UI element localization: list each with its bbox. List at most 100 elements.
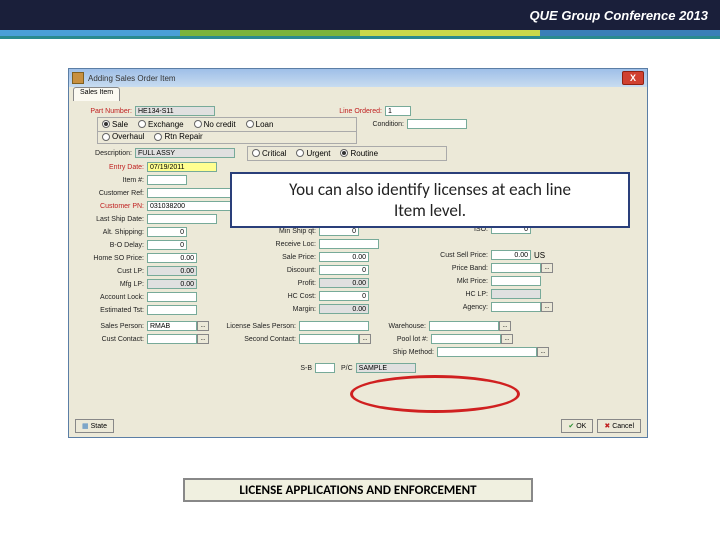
line-ordered-input[interactable] bbox=[385, 106, 411, 116]
agency-lookup-button[interactable]: ... bbox=[541, 302, 553, 312]
description-label: Description: bbox=[77, 150, 135, 157]
agency-label: Agency: bbox=[421, 304, 491, 311]
margin-label: Margin: bbox=[259, 306, 319, 313]
custsell-input[interactable] bbox=[491, 250, 531, 260]
custlp-label: Cust LP: bbox=[77, 268, 147, 275]
custcontact-input[interactable] bbox=[147, 334, 197, 344]
poollot-input[interactable] bbox=[431, 334, 501, 344]
pband-label: Price Band: bbox=[421, 265, 491, 272]
condition-label: Condition: bbox=[357, 121, 407, 128]
conference-title: QUE Group Conference 2013 bbox=[530, 8, 708, 23]
agency-input[interactable] bbox=[491, 302, 541, 312]
radio-sale[interactable] bbox=[102, 120, 110, 128]
poollot-lookup-button[interactable]: ... bbox=[501, 334, 513, 344]
item-input[interactable] bbox=[147, 175, 187, 185]
window-title: Adding Sales Order Item bbox=[88, 74, 622, 83]
radio-exchange[interactable] bbox=[138, 120, 146, 128]
margin-input[interactable] bbox=[319, 304, 369, 314]
radio-nocredit[interactable] bbox=[194, 120, 202, 128]
lastship-input[interactable] bbox=[147, 214, 217, 224]
currency-label: US bbox=[534, 251, 545, 260]
lastship-label: Last Ship Date: bbox=[77, 216, 147, 223]
pc-label: P/C bbox=[341, 365, 356, 372]
recloc-input[interactable] bbox=[319, 239, 379, 249]
priority-group: Critical Urgent Routine bbox=[247, 146, 447, 161]
hccost-input[interactable] bbox=[319, 291, 369, 301]
estturn-input[interactable] bbox=[147, 305, 197, 315]
radio-critical[interactable] bbox=[252, 149, 260, 157]
bodel-input[interactable] bbox=[147, 240, 187, 250]
pband-lookup-button[interactable]: ... bbox=[541, 263, 553, 273]
cancel-button[interactable]: ✖Cancel bbox=[597, 419, 641, 433]
slide-footer-badge: LICENSE APPLICATIONS AND ENFORCEMENT bbox=[183, 478, 533, 502]
entry-date-input[interactable] bbox=[147, 162, 217, 172]
cross-icon: ✖ bbox=[604, 422, 610, 430]
warehouse-input[interactable] bbox=[429, 321, 499, 331]
recloc-label: Receive Loc: bbox=[259, 241, 319, 248]
mid-disc-input[interactable] bbox=[319, 265, 369, 275]
shipmethod-input[interactable] bbox=[437, 347, 537, 357]
salesperson-lookup-button[interactable]: ... bbox=[197, 321, 209, 331]
secondcontact-lookup-button[interactable]: ... bbox=[359, 334, 371, 344]
annotation-circle bbox=[350, 375, 520, 413]
profit-input[interactable] bbox=[319, 278, 369, 288]
mfglp-input[interactable] bbox=[147, 279, 197, 289]
note-icon: ▦ bbox=[82, 422, 89, 430]
custref-input[interactable] bbox=[147, 188, 237, 198]
altship-label: Alt. Shipping: bbox=[77, 229, 147, 236]
close-button[interactable]: X bbox=[622, 71, 644, 85]
homeso-input[interactable] bbox=[147, 253, 197, 263]
profit-label: Profit: bbox=[259, 280, 319, 287]
radio-routine[interactable] bbox=[340, 149, 348, 157]
custpn-input[interactable] bbox=[147, 201, 237, 211]
license-salesperson-label: License Sales Person: bbox=[209, 323, 299, 330]
salesperson-label: Sales Person: bbox=[77, 323, 147, 330]
form-body: Part Number: Line Ordered: Sale Exchange… bbox=[69, 101, 647, 421]
custpn-label: Customer PN: bbox=[77, 203, 147, 210]
acctlock-label: Account Lock: bbox=[77, 294, 147, 301]
line-ordered-label: Line Ordered: bbox=[215, 108, 385, 115]
ok-button[interactable]: ✔OK bbox=[561, 419, 593, 433]
license-salesperson-input[interactable] bbox=[299, 321, 369, 331]
mfglp-label: Mfg LP: bbox=[77, 281, 147, 288]
button-bar: ▦State ✔OK ✖Cancel bbox=[69, 417, 647, 435]
radio-loan[interactable] bbox=[246, 120, 254, 128]
condition-input[interactable] bbox=[407, 119, 467, 129]
header-divider bbox=[0, 36, 720, 39]
hclp-input[interactable] bbox=[491, 289, 541, 299]
altship-input[interactable] bbox=[147, 227, 187, 237]
radio-overhaul[interactable] bbox=[102, 133, 110, 141]
check-icon: ✔ bbox=[568, 422, 574, 430]
warehouse-lookup-button[interactable]: ... bbox=[499, 321, 511, 331]
titlebar: Adding Sales Order Item X bbox=[69, 69, 647, 87]
sb-input[interactable] bbox=[315, 363, 335, 373]
hclp-label: HC LP: bbox=[421, 291, 491, 298]
pband-input[interactable] bbox=[491, 263, 541, 273]
poollot-label: Pool lot #: bbox=[371, 336, 431, 343]
state-button[interactable]: ▦State bbox=[75, 419, 114, 433]
mktprice-input[interactable] bbox=[491, 276, 541, 286]
shipmethod-lookup-button[interactable]: ... bbox=[537, 347, 549, 357]
secondcontact-input[interactable] bbox=[299, 334, 359, 344]
secondcontact-label: Second Contact: bbox=[209, 336, 299, 343]
custref-label: Customer Ref: bbox=[77, 190, 147, 197]
custlp-input[interactable] bbox=[147, 266, 197, 276]
radio-urgent[interactable] bbox=[296, 149, 304, 157]
type-group-2: Overhaul Rtn Repair bbox=[97, 130, 357, 144]
salep-input[interactable] bbox=[319, 252, 369, 262]
hccost-label: HC Cost: bbox=[259, 293, 319, 300]
salesperson-input[interactable] bbox=[147, 321, 197, 331]
part-number-input[interactable] bbox=[135, 106, 215, 116]
app-icon bbox=[72, 72, 84, 84]
pc-input[interactable] bbox=[356, 363, 416, 373]
acctlock-input[interactable] bbox=[147, 292, 197, 302]
description-input[interactable] bbox=[135, 148, 235, 158]
radio-repair[interactable] bbox=[154, 133, 162, 141]
entry-date-label: Entry Date: bbox=[77, 164, 147, 171]
part-number-label: Part Number: bbox=[77, 108, 135, 115]
tab-sales-item[interactable]: Sales Item bbox=[73, 87, 120, 101]
custcontact-lookup-button[interactable]: ... bbox=[197, 334, 209, 344]
callout-line2: Item level. bbox=[394, 200, 466, 221]
mid-disc-label: Discount: bbox=[259, 267, 319, 274]
item-label: Item #: bbox=[77, 177, 147, 184]
